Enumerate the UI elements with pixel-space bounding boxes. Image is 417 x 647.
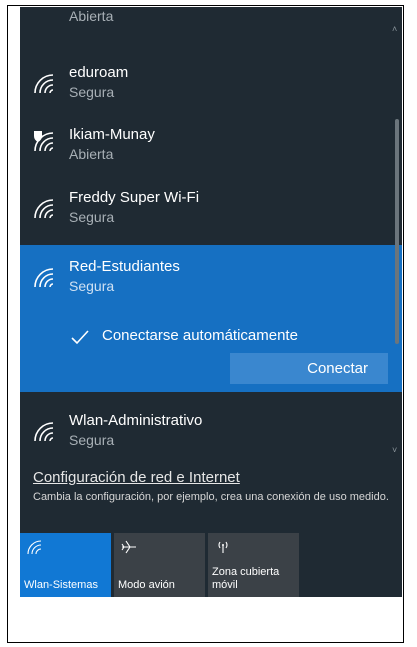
wifi-icon [34,74,54,94]
network-flyout: Abierta eduroam Segura Ikiam-Munay Abier… [20,7,402,597]
wifi-icon [34,268,54,288]
scroll-up-arrow-icon[interactable]: ˄ [392,25,400,34]
network-status: Abierta [69,8,114,24]
connect-button[interactable]: Conectar [230,353,388,384]
tile-airplane-mode[interactable]: Modo avión [114,533,205,597]
wifi-icon [34,199,54,219]
network-list-scrollbar[interactable]: ˄ ˅ [390,7,402,462]
network-settings-link[interactable]: Configuración de red e Internet [33,469,393,486]
checkmark-icon [71,330,89,345]
network-name: Wlan-Administrativo [69,412,203,429]
tile-label-line1: Zona cubierta [212,566,280,578]
network-settings-description: Cambia la configuración, por ejemplo, cr… [33,491,389,503]
tile-label: Wlan-Sistemas [24,579,98,591]
network-status: Segura [69,84,115,100]
wifi-icon [34,422,54,442]
network-status: Abierta [69,146,114,162]
tile-mobile-hotspot[interactable]: Zona cubierta móvil [208,533,299,597]
scroll-down-arrow-icon[interactable]: ˅ [392,446,400,455]
network-status: Segura [69,278,115,294]
shield-wifi-icon [34,131,54,152]
network-name: Red-Estudiantes [69,258,180,275]
tile-label: Zona cubierta móvil [212,566,279,592]
network-list[interactable]: Abierta eduroam Segura Ikiam-Munay Abier… [20,7,402,462]
network-name: eduroam [69,64,129,81]
auto-connect-label: Conectarse automáticamente [102,327,298,344]
tile-label-line2: móvil [212,579,238,591]
airplane-icon [121,540,136,554]
network-status: Segura [69,432,115,448]
scroll-thumb[interactable] [395,119,399,344]
network-item[interactable]: Abierta [20,7,402,37]
network-item-ikiam-munay[interactable]: Ikiam-Munay Abierta [20,113,402,175]
hotspot-icon [218,541,228,553]
network-name: Freddy Super Wi-Fi [69,189,200,206]
network-status: Segura [69,209,115,225]
network-item-eduroam[interactable]: eduroam Segura [20,51,402,113]
network-item-red-estudiantes[interactable]: Red-Estudiantes Segura Conectarse automá… [20,245,402,392]
network-name: Ikiam-Munay [69,126,155,143]
network-settings-section: Configuración de red e Internet Cambia l… [33,469,393,505]
network-item-freddy-super-wifi[interactable]: Freddy Super Wi-Fi Segura [20,176,402,238]
tile-wifi[interactable]: Wlan-Sistemas [20,533,111,597]
network-item-wlan-administrativo[interactable]: Wlan-Administrativo Segura [20,399,402,461]
tile-label: Modo avión [118,579,175,591]
wifi-icon [27,540,42,555]
